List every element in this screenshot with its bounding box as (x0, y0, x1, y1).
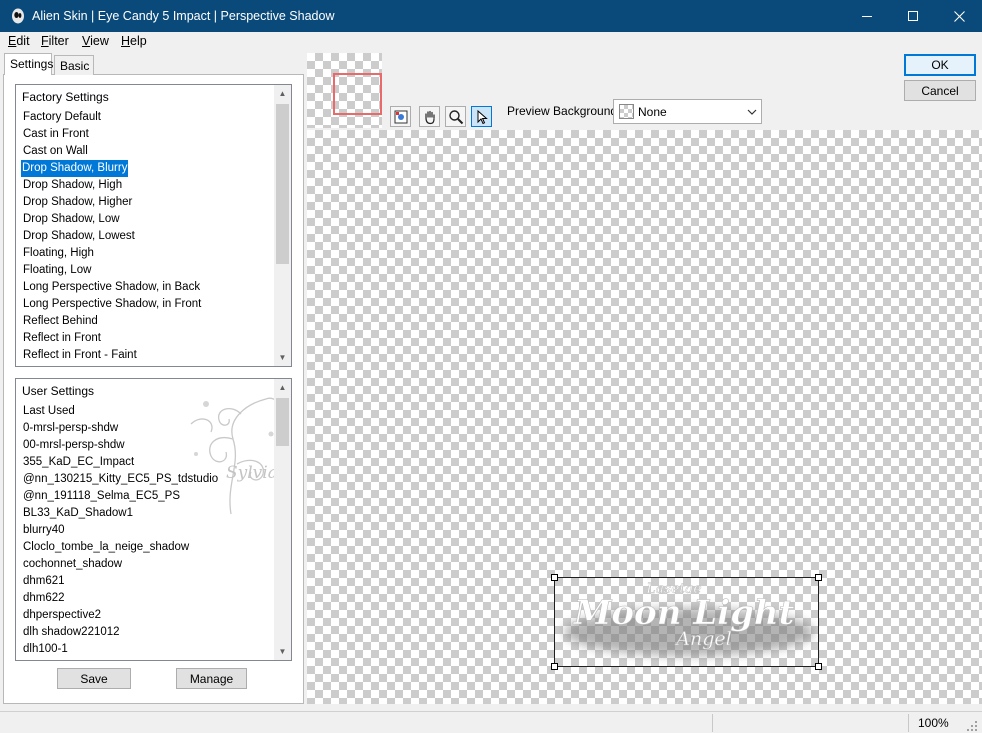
user-scrollbar[interactable]: ▲ ▼ (274, 379, 291, 660)
chevron-down-icon (747, 106, 757, 120)
user-list-item[interactable]: 0-mrsl-persp-shdw (22, 420, 119, 437)
menu-view-label: iew (90, 34, 109, 48)
user-list-item[interactable]: @nn_191118_Selma_EC5_PS (22, 488, 181, 505)
scroll-down-icon[interactable]: ▼ (274, 643, 291, 660)
resize-handle[interactable] (815, 663, 822, 670)
hand-tool[interactable] (419, 106, 440, 127)
user-list-item[interactable]: dhm621 (22, 573, 66, 590)
user-list-item[interactable]: dhperspective2 (22, 607, 102, 624)
factory-list-item[interactable]: Cast in Front (22, 126, 90, 143)
factory-settings-header: Factory Settings (22, 90, 109, 104)
magnifier-icon (448, 109, 463, 124)
user-list-item[interactable]: BL33_KaD_Shadow1 (22, 505, 134, 522)
close-button[interactable] (936, 0, 982, 32)
watermark-swirl-icon (190, 397, 279, 515)
factory-list-item[interactable]: Reflect Behind (22, 313, 99, 330)
user-list-item[interactable]: 355_KaD_EC_Impact (22, 454, 135, 471)
maximize-button[interactable] (890, 0, 936, 32)
menu-filter-label: ilter (48, 34, 69, 48)
factory-settings-list[interactable]: Factory Settings Factory Default Cast in … (15, 84, 292, 367)
minimize-button[interactable] (844, 0, 890, 32)
user-list-item[interactable]: dhm622 (22, 590, 66, 607)
user-settings-list[interactable]: User Settings Last Used 0-mrsl-persp-shdw… (15, 378, 292, 661)
factory-list-item[interactable]: Long Perspective Shadow, in Back (22, 279, 201, 296)
hand-icon (424, 110, 435, 124)
zoom-fit-tool[interactable] (390, 106, 411, 127)
menu-view-mnemonic: V (82, 34, 91, 48)
scroll-up-icon[interactable]: ▲ (274, 379, 291, 396)
status-divider (908, 714, 909, 732)
factory-list-item[interactable]: Drop Shadow, Higher (22, 194, 133, 211)
factory-list-item[interactable]: Drop Shadow, Low (22, 211, 121, 228)
select-tool[interactable] (471, 106, 492, 127)
factory-scrollbar[interactable]: ▲ ▼ (274, 85, 291, 366)
scroll-thumb[interactable] (276, 104, 289, 264)
app-icon (10, 8, 26, 24)
scroll-up-icon[interactable]: ▲ (274, 85, 291, 102)
menu-filter-mnemonic: F (41, 34, 49, 48)
menu-view[interactable]: View (82, 34, 109, 48)
factory-list-item[interactable]: Factory Default (22, 109, 102, 126)
menu-help-label: elp (130, 34, 147, 48)
scroll-thumb[interactable] (276, 398, 289, 446)
save-button[interactable]: Save (57, 668, 131, 689)
status-divider (712, 714, 713, 732)
user-settings-header: User Settings (22, 384, 95, 398)
preview-background-select[interactable]: None (613, 99, 762, 124)
factory-list-item[interactable]: Drop Shadow, Lowest (22, 228, 136, 245)
factory-list-item[interactable]: Reflect in Front - Faint (22, 347, 138, 364)
title-bar: Alien Skin | Eye Candy 5 Impact | Perspe… (0, 0, 982, 32)
cancel-button[interactable]: Cancel (904, 80, 976, 101)
user-list-item[interactable]: 00-mrsl-persp-shdw (22, 437, 126, 454)
zoom-fit-icon (394, 110, 407, 123)
user-list-item[interactable]: blurry40 (22, 522, 66, 539)
user-list-item[interactable]: Cloclo_tombe_la_neige_shadow (22, 539, 190, 556)
zoom-tool[interactable] (445, 106, 466, 127)
factory-list-item[interactable]: Drop Shadow, Blurry (21, 160, 129, 177)
zoom-level: 100% (918, 716, 949, 730)
menu-edit[interactable]: Edit (8, 34, 30, 48)
factory-list-item[interactable]: Floating, Low (22, 262, 92, 279)
resize-handle[interactable] (551, 574, 558, 581)
factory-settings-items: Factory Settings Factory Default Cast in … (16, 85, 274, 366)
menu-bar: Edit Filter View Help (0, 32, 982, 52)
preview-background-label: Preview Background: (507, 104, 621, 118)
user-list-item[interactable]: cochonnet_shadow (22, 556, 123, 573)
status-bar: 100% (0, 711, 982, 733)
navigator-viewport-frame[interactable] (333, 73, 382, 115)
resize-handle[interactable] (815, 574, 822, 581)
menu-edit-label: dit (16, 34, 30, 48)
factory-list-item[interactable]: Drop Shadow, High (22, 177, 123, 194)
tab-settings[interactable]: Settings (4, 53, 53, 75)
menu-filter[interactable]: Filter (41, 34, 69, 48)
factory-list-item[interactable]: Long Perspective Shadow, in Front (22, 296, 202, 313)
background-swatch (619, 104, 634, 119)
preview-background-value: None (638, 105, 667, 119)
window-title: Alien Skin | Eye Candy 5 Impact | Perspe… (32, 9, 335, 23)
user-list-item[interactable]: Last Used (22, 403, 76, 420)
user-list-item[interactable]: dlh100-1 (22, 641, 69, 658)
factory-list-item[interactable]: Cast on Wall (22, 143, 89, 160)
resize-handle[interactable] (551, 663, 558, 670)
tab-basic[interactable]: Basic (54, 55, 94, 75)
factory-list-item[interactable]: Floating, High (22, 245, 95, 262)
ok-button[interactable]: OK (904, 54, 976, 76)
factory-list-item[interactable]: Reflect in Front (22, 330, 102, 347)
manage-button[interactable]: Manage (176, 668, 247, 689)
user-list-item[interactable]: dlh shadow221012 (22, 624, 121, 641)
menu-help[interactable]: Help (121, 34, 147, 48)
arrow-pointer-icon (477, 109, 488, 124)
menu-help-mnemonic: H (121, 34, 131, 48)
transform-box[interactable] (551, 574, 822, 670)
resize-grip-icon[interactable] (966, 720, 978, 732)
scroll-down-icon[interactable]: ▼ (274, 349, 291, 366)
